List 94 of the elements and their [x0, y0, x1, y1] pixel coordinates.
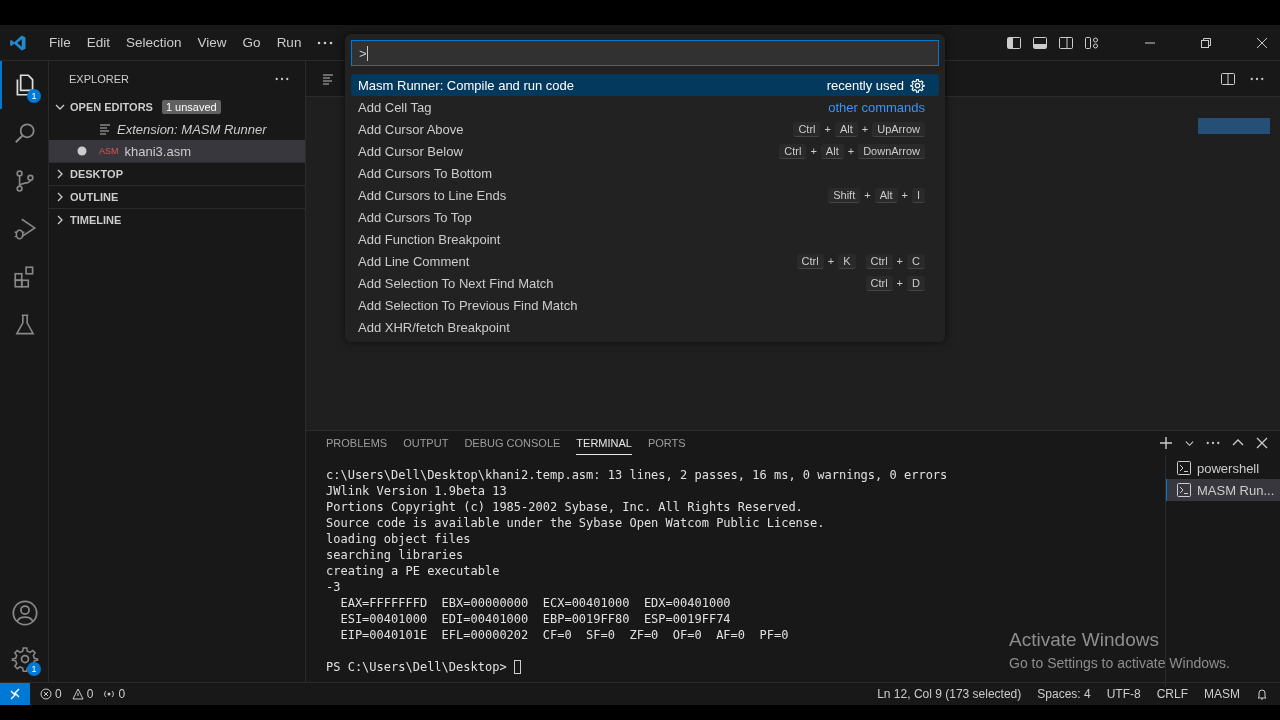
panel-tab[interactable]: TERMINAL — [576, 431, 632, 455]
error-icon — [40, 688, 52, 700]
command-item[interactable]: Add Cursors to Line Ends Shift + Alt + I — [351, 184, 939, 206]
terminal-icon — [1177, 461, 1191, 475]
terminal-line: c:\Users\Dell\Desktop\khani2.temp.asm: 13 lines, 2 passes, 16 ms, 0 warnings, 0 errors — [326, 467, 948, 483]
status-item[interactable]: Spaces: 4 — [1037, 687, 1091, 701]
command-item[interactable]: Add Function Breakpoint — [351, 228, 939, 250]
command-item[interactable]: Add Cursor Below Ctrl + Alt + DownArrow — [351, 140, 939, 162]
terminal-line: loading object files — [326, 531, 471, 547]
status-count[interactable]: 0 — [55, 687, 62, 701]
terminal-list-item[interactable]: MASM Run... — [1166, 479, 1280, 501]
status-count[interactable]: 0 — [86, 687, 94, 701]
more-icon[interactable] — [1250, 76, 1264, 81]
menu-item[interactable]: Edit — [78, 35, 119, 50]
status-item[interactable]: MASM — [1204, 687, 1240, 701]
menu-item[interactable]: Go — [234, 35, 269, 50]
command-item[interactable]: Add Cursors To Bottom — [351, 162, 939, 184]
command-item[interactable]: Add Selection To Next Find Match Ctrl + D — [351, 272, 939, 294]
terminal-prompt: PS C:\Users\Dell\Desktop> — [326, 659, 508, 675]
command-item[interactable]: Add Cursors To Top — [351, 206, 939, 228]
chevron-right-icon[interactable] — [55, 192, 65, 202]
account-icon[interactable] — [11, 599, 39, 627]
section-header[interactable]: OUTLINE — [70, 191, 119, 203]
menu-item[interactable]: Selection — [118, 35, 190, 50]
terminal-line: ESI=00401000 EDI=00401000 EBP=0019FF80 ESP=0019FF74 — [339, 611, 731, 627]
command-item[interactable]: Masm Runner: Compile and run code recently used — [351, 74, 939, 96]
split-editor-icon[interactable] — [1220, 70, 1236, 87]
restore-icon[interactable] — [1200, 36, 1212, 49]
close-icon[interactable] — [1256, 437, 1268, 449]
terminal-cursor — [513, 660, 521, 674]
menu-item[interactable]: View — [189, 35, 235, 50]
status-item[interactable]: Ln 12, Col 9 (173 selected) — [877, 687, 1022, 701]
section-header[interactable]: OPEN EDITORS — [70, 101, 153, 113]
status-item[interactable]: CRLF — [1156, 687, 1188, 701]
broadcast-icon — [103, 688, 116, 700]
section-header[interactable]: DESKTOP — [70, 168, 123, 180]
command-item[interactable]: Add Selection To Previous Find Match — [351, 294, 939, 316]
status-count[interactable]: 0 — [118, 687, 126, 701]
menu-item[interactable]: File — [41, 35, 79, 50]
unsaved-dot-icon[interactable] — [77, 146, 87, 156]
gear-icon[interactable] — [910, 77, 925, 93]
menu-item[interactable]: Run — [268, 35, 310, 50]
open-editor-item[interactable]: khani3.asm — [124, 143, 191, 159]
toggle-panel-icon[interactable] — [1032, 34, 1048, 51]
bell-icon[interactable] — [1256, 688, 1268, 700]
terminal-line: Portions Copyright (c) 1985-2002 Sybase, Inc. All Rights Reserved. — [326, 499, 803, 515]
minimap — [1198, 118, 1270, 134]
play-bug-icon[interactable] — [12, 216, 38, 242]
command-input[interactable]: > — [351, 40, 939, 66]
open-editor-item[interactable]: Extension: MASM Runner — [117, 121, 267, 137]
terminal-list-item[interactable]: powershell — [1166, 457, 1280, 479]
chevron-right-icon[interactable] — [55, 169, 65, 179]
remote-icon[interactable] — [0, 683, 30, 705]
close-icon[interactable] — [1256, 36, 1268, 49]
chevron-right-icon[interactable] — [55, 215, 65, 225]
activation-title: Activate Windows — [1009, 629, 1160, 651]
command-item[interactable]: Add Line Comment Ctrl + K Ctrl + C — [351, 250, 939, 272]
command-item[interactable]: Add XHR/fetch Breakpoint — [351, 316, 939, 338]
terminal-line: JWlink Version 1.9beta 13 — [326, 483, 507, 499]
terminal-line: EAX=FFFFFFFD EBX=00000000 ECX=00401000 EDX=00401000 — [339, 595, 731, 611]
terminal-line: Source code is available under the Sybase Open Watcom Public License. — [326, 515, 825, 531]
terminal-line: -3 — [326, 579, 341, 595]
command-item[interactable]: Add Cell Tag other commands — [351, 96, 939, 118]
plus-icon[interactable] — [1159, 436, 1173, 450]
panel-tab[interactable]: PORTS — [647, 431, 686, 455]
notification-badge: 1 — [27, 662, 41, 676]
chevron-down-icon[interactable] — [1185, 438, 1194, 448]
activation-message: Go to Settings to activate Windows. — [1009, 655, 1230, 671]
file-type-icon: ASM — [99, 146, 119, 156]
warning-icon — [71, 688, 84, 700]
app-logo-icon — [9, 33, 27, 52]
customize-layout-icon[interactable] — [1084, 34, 1100, 51]
terminal-line: searching libraries — [326, 547, 464, 563]
unsaved-badge: 1 unsaved — [161, 100, 221, 114]
panel-tab[interactable]: DEBUG CONSOLE — [464, 431, 561, 455]
terminal-icon — [1177, 483, 1191, 497]
section-header[interactable]: TIMELINE — [70, 214, 122, 226]
lines-icon — [99, 123, 111, 135]
terminal-line: EIP=0040101E EFL=00000202 CF=0 SF=0 ZF=0 OF=0 AF=0 PF=0 — [339, 627, 789, 643]
notification-badge: 1 — [27, 89, 41, 103]
toggle-sidebar-icon[interactable] — [1006, 34, 1022, 51]
status-item[interactable]: UTF-8 — [1106, 687, 1141, 701]
more-icon[interactable] — [1206, 441, 1220, 445]
panel-tab[interactable]: OUTPUT — [403, 431, 449, 455]
toggle-secondary-sidebar-icon[interactable] — [1058, 34, 1074, 51]
panel-tab[interactable]: PROBLEMS — [326, 431, 388, 455]
lines-icon[interactable] — [322, 72, 334, 85]
chevron-down-icon[interactable] — [55, 102, 65, 112]
settings-icon[interactable] — [11, 645, 39, 673]
more-icon[interactable] — [317, 40, 334, 45]
terminal-line: creating a PE executable — [326, 563, 500, 579]
more-icon[interactable] — [275, 76, 289, 81]
command-item[interactable]: Add Cursor Above Ctrl + Alt + UpArrow — [351, 118, 939, 140]
sidebar-title: EXPLORER — [69, 72, 129, 85]
